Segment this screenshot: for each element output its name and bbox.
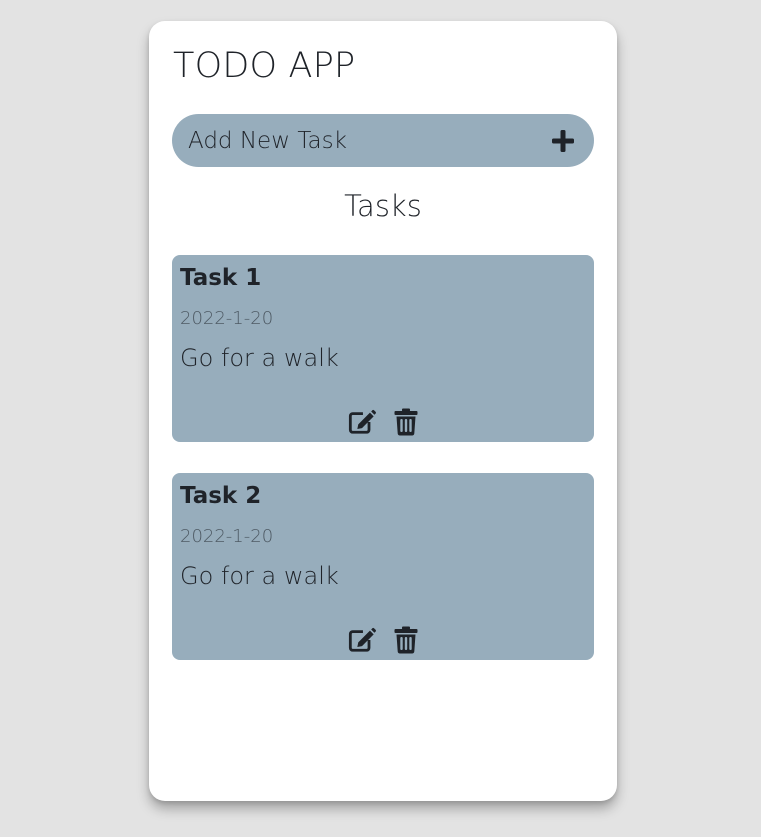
task-actions <box>348 626 420 654</box>
tasks-section-title: Tasks <box>344 189 422 223</box>
add-task-label: Add New Task <box>188 127 347 154</box>
task-card: Task 2 2022-1-20 Go for a walk <box>172 473 594 660</box>
task-date: 2022-1-20 <box>180 308 274 329</box>
trash-icon[interactable] <box>392 626 420 654</box>
task-title: Task 1 <box>180 265 262 291</box>
edit-icon[interactable] <box>348 408 376 436</box>
task-date: 2022-1-20 <box>180 526 274 547</box>
plus-icon[interactable] <box>551 129 575 153</box>
task-description: Go for a walk <box>180 562 339 590</box>
edit-icon[interactable] <box>348 626 376 654</box>
trash-icon[interactable] <box>392 408 420 436</box>
add-task-bar[interactable]: Add New Task <box>172 114 594 167</box>
task-actions <box>348 408 420 436</box>
task-card: Task 1 2022-1-20 Go for a walk <box>172 255 594 442</box>
task-title: Task 2 <box>180 483 262 509</box>
task-description: Go for a walk <box>180 344 339 372</box>
app-title: TODO APP <box>173 46 356 86</box>
todo-card: TODO APP Add New Task Tasks Task 1 2022-… <box>149 21 617 801</box>
